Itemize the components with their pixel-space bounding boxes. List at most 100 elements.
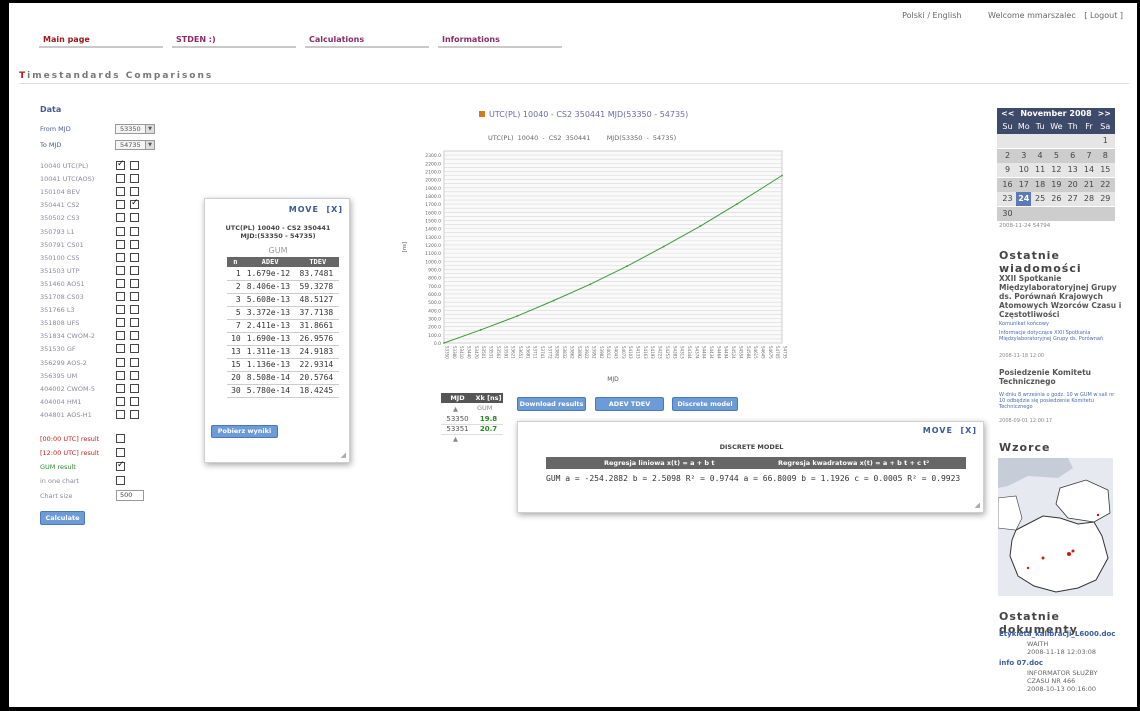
language-switch[interactable]: Polski / English [902,11,961,20]
clock-checkbox-1[interactable] [116,200,125,210]
clock-checkbox-2[interactable] [130,357,139,367]
opt-0000-checkbox[interactable] [116,434,125,443]
chart-size-input[interactable]: 500 [116,490,144,501]
to-mjd-select[interactable]: 54735 ▼ [115,140,155,150]
clock-checkbox-1[interactable] [116,383,125,393]
calendar-day[interactable]: 19 [1049,178,1064,192]
calendar-day[interactable]: 21 [1082,178,1097,192]
move-handle[interactable]: MOVE [289,205,319,214]
clock-checkbox-2[interactable] [130,292,139,301]
news-item-title[interactable]: Posiedzenie Komitetu Technicznego [999,368,1119,386]
calendar-day[interactable]: 7 [1082,149,1097,163]
opt-1200-checkbox[interactable] [116,448,125,457]
calendar-day[interactable]: 30 [1000,207,1015,221]
calendar-day[interactable]: 18 [1033,178,1048,192]
clock-checkbox-2[interactable] [130,161,139,170]
move-handle[interactable]: MOVE [923,426,953,435]
clock-checkbox-2[interactable] [130,396,139,406]
clock-checkbox-1[interactable] [116,252,125,262]
close-button[interactable]: [X] [961,426,977,435]
calendar-day[interactable]: 9 [1000,163,1015,177]
resize-handle-icon[interactable]: ◢ [341,451,346,459]
calendar-next-button[interactable]: >> [1098,108,1111,120]
clock-checkbox-2[interactable] [130,383,139,393]
clock-checkbox-1[interactable] [116,318,125,328]
calendar-day[interactable]: 13 [1065,163,1080,177]
from-mjd-select[interactable]: 53350 ▼ [115,124,155,134]
clock-checkbox-1[interactable] [116,396,125,406]
clock-checkbox-1[interactable] [116,331,125,341]
clock-checkbox-1[interactable] [116,174,125,184]
calendar-day[interactable]: 6 [1065,149,1080,163]
poland-map[interactable] [998,458,1113,596]
calendar-day[interactable]: 26 [1049,192,1064,206]
clock-checkbox-1[interactable] [116,239,125,249]
calendar-day[interactable]: 27 [1065,192,1080,206]
document-link[interactable]: info 07.doc [999,659,1043,667]
clock-checkbox-1[interactable] [116,226,125,236]
calendar-day[interactable]: 23 [1000,192,1015,206]
clock-checkbox-2[interactable] [130,213,139,223]
clock-checkbox-2[interactable] [130,198,139,210]
clock-checkbox-1[interactable] [116,159,125,170]
calendar-day[interactable]: 5 [1049,149,1064,163]
clock-checkbox-1[interactable] [116,292,125,301]
news-item-link[interactable]: Komunikat końcowy [999,321,1049,327]
calendar-day[interactable]: 8 [1098,149,1113,163]
clock-checkbox-2[interactable] [130,305,139,315]
nav-stden[interactable]: STDEN :) [172,33,296,48]
discrete-model-button[interactable]: Discrete model [672,397,738,411]
nav-calculations[interactable]: Calculations [305,33,429,48]
clock-checkbox-2[interactable] [130,318,139,328]
clock-checkbox-1[interactable] [116,409,125,419]
logout-link[interactable]: [ Logout ] [1084,11,1123,20]
calendar-day[interactable]: 11 [1033,163,1048,177]
clock-checkbox-2[interactable] [130,226,139,236]
nav-main-page[interactable]: Main page [39,33,163,48]
clock-checkbox-2[interactable] [130,278,139,288]
download-results-button[interactable]: Download results [517,397,586,411]
calendar-day[interactable]: 12 [1049,163,1064,177]
calendar-day[interactable]: 20 [1065,178,1080,192]
clock-checkbox-2[interactable] [130,331,139,341]
calendar-day[interactable]: 17 [1016,178,1031,192]
calendar-day[interactable]: 25 [1033,192,1048,206]
opt-gum-checkbox[interactable] [116,460,125,471]
clock-checkbox-2[interactable] [130,174,139,184]
clock-checkbox-2[interactable] [130,344,139,354]
clock-checkbox-2[interactable] [130,239,139,249]
calendar-day[interactable]: 1 [1098,134,1113,148]
clock-checkbox-1[interactable] [116,357,125,367]
calendar-day[interactable]: 4 [1033,149,1048,163]
clock-checkbox-1[interactable] [116,370,125,380]
calendar-day[interactable]: 24 [1016,192,1032,206]
document-link[interactable]: Etykieta_kalibracji_L6000.doc [999,630,1115,638]
calendar-day[interactable]: 3 [1016,149,1031,163]
clock-checkbox-1[interactable] [116,344,125,354]
clock-checkbox-2[interactable] [130,409,139,419]
calendar-day[interactable]: 29 [1098,192,1113,206]
calendar-day[interactable]: 16 [1000,178,1015,192]
calendar-day[interactable]: 22 [1098,178,1113,192]
clock-checkbox-2[interactable] [130,252,139,262]
clock-checkbox-1[interactable] [116,213,125,223]
adev-tdev-button[interactable]: ADEV TDEV [595,397,664,411]
clock-checkbox-1[interactable] [116,305,125,315]
clock-checkbox-1[interactable] [116,187,125,197]
close-button[interactable]: [X] [327,205,343,214]
nav-informations[interactable]: Informations [438,33,562,48]
download-button[interactable]: Pobierz wyniki [211,425,278,438]
calendar-day[interactable]: 10 [1016,163,1031,177]
calendar-day[interactable]: 14 [1082,163,1097,177]
clock-checkbox-1[interactable] [116,265,125,275]
calculate-button[interactable]: Calculate [40,511,85,525]
news-item-title[interactable]: XXII Spotkanie Międzylaboratoryjnej Grup… [999,274,1129,319]
clock-checkbox-1[interactable] [116,278,125,288]
resize-handle-icon[interactable]: ◢ [975,501,980,509]
clock-checkbox-2[interactable] [130,265,139,275]
clock-checkbox-2[interactable] [130,370,139,380]
calendar-day[interactable]: 15 [1098,163,1113,177]
calendar-day[interactable]: 28 [1082,192,1097,206]
calendar-day[interactable]: 2 [1000,149,1015,163]
clock-checkbox-2[interactable] [130,187,139,197]
